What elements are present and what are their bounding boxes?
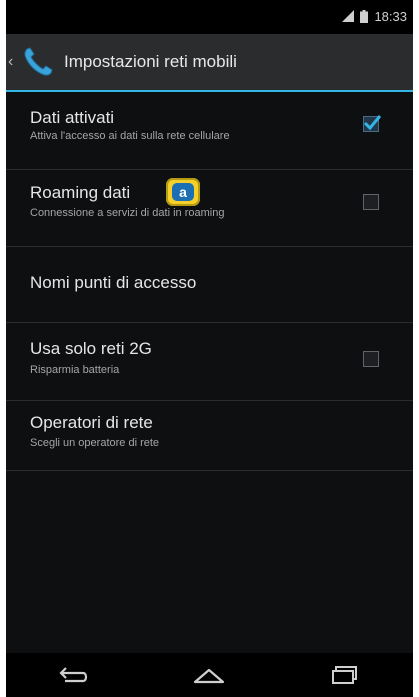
signal-icon bbox=[342, 10, 355, 22]
setting-title: Dati attivati bbox=[30, 108, 115, 127]
recents-button[interactable] bbox=[315, 653, 375, 697]
battery-icon bbox=[360, 9, 369, 23]
mobile-data-checkbox[interactable] bbox=[363, 115, 382, 132]
back-icon bbox=[59, 667, 87, 683]
phone-screen: 18:33 ‹ Impostazioni reti mobili Dati at… bbox=[6, 0, 413, 697]
roaming-checkbox[interactable] bbox=[363, 194, 379, 210]
setting-mobile-data[interactable]: Dati attivati Attiva l'accesso ai dati s… bbox=[6, 92, 413, 170]
clock: 18:33 bbox=[374, 8, 407, 24]
2g-only-checkbox[interactable] bbox=[363, 351, 379, 367]
callout-badge: a bbox=[166, 178, 200, 206]
setting-title: Roaming dati bbox=[30, 183, 131, 202]
check-icon bbox=[363, 115, 382, 131]
setting-network-operators[interactable]: Operatori di rete Scegli un operatore di… bbox=[6, 401, 413, 471]
setting-subtitle: Risparmia batteria bbox=[30, 364, 120, 376]
settings-list: Dati attivati Attiva l'accesso ai dati s… bbox=[6, 92, 413, 471]
home-button[interactable] bbox=[179, 653, 239, 697]
setting-subtitle: Connessione a servizi di dati in roaming bbox=[30, 207, 225, 219]
setting-title: Nomi punti di accesso bbox=[30, 273, 197, 292]
callout-label: a bbox=[172, 183, 194, 201]
status-icons: 18:33 bbox=[342, 7, 407, 25]
home-icon bbox=[194, 668, 225, 684]
setting-title: Operatori di rete bbox=[30, 413, 153, 432]
setting-2g-only[interactable]: Usa solo reti 2G Risparmia batteria bbox=[6, 323, 413, 401]
up-caret-icon[interactable]: ‹ bbox=[8, 53, 16, 71]
action-bar: ‹ Impostazioni reti mobili bbox=[6, 34, 413, 92]
setting-subtitle: Attiva l'accesso ai dati sulla rete cell… bbox=[30, 130, 230, 142]
setting-subtitle: Scegli un operatore di rete bbox=[30, 437, 160, 449]
setting-roaming[interactable]: Roaming dati Connessione a servizi di da… bbox=[6, 170, 413, 247]
navigation-bar bbox=[6, 653, 413, 697]
page-title: Impostazioni reti mobili bbox=[64, 52, 237, 71]
setting-apn[interactable]: Nomi punti di accesso bbox=[6, 247, 413, 323]
recents-icon bbox=[332, 666, 358, 684]
status-bar: 18:33 bbox=[6, 0, 413, 34]
back-button[interactable] bbox=[44, 653, 104, 697]
phone-icon[interactable] bbox=[16, 40, 60, 84]
setting-title: Usa solo reti 2G bbox=[30, 339, 152, 358]
